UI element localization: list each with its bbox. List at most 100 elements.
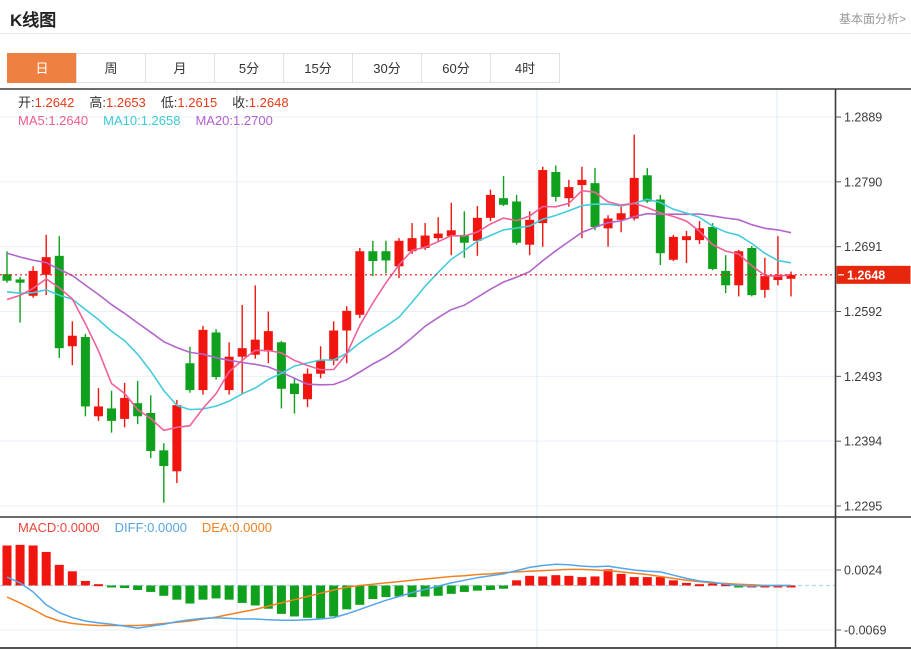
macd-bar [368, 585, 378, 600]
macd-bar [564, 575, 574, 586]
candle-body [185, 363, 195, 391]
ma-header: MA5:1.2640 MA10:1.2658 MA20:1.2700 [18, 113, 288, 128]
price-header: 开:1.2642 高:1.2653 低:1.2615 收:1.2648 [18, 92, 304, 111]
macd-bar [211, 585, 221, 599]
macd-bar [250, 585, 260, 606]
tab-timeframe-3[interactable]: 5分 [214, 53, 284, 83]
candle-body [381, 251, 391, 261]
candle-body [708, 227, 718, 269]
candle-body [263, 331, 273, 352]
macd-bar [342, 585, 352, 610]
macd-bar [642, 577, 652, 586]
macd-bar [316, 585, 326, 619]
macd-bar [15, 544, 25, 586]
tab-timeframe-2[interactable]: 月 [145, 53, 215, 83]
ohlc-item-2: 低:1.2615 [160, 95, 218, 110]
macd-bar [485, 585, 495, 590]
macd-bar [80, 580, 90, 586]
fundamental-analysis-link[interactable]: 基本面分析> [839, 10, 906, 27]
macd-bar [603, 569, 613, 586]
candle-body [485, 194, 495, 218]
candle-body [655, 199, 665, 254]
macd-bar [538, 576, 548, 586]
candle-body [303, 373, 313, 400]
tab-timeframe-0[interactable]: 日 [7, 53, 77, 83]
candle-body [329, 330, 339, 361]
ma-item-1: MA10:1.2658 [103, 113, 181, 128]
candle-body [668, 236, 678, 260]
candle-body [15, 279, 25, 283]
candle-body [107, 408, 117, 421]
timeframe-tabs: 日周月 5分 15分 30分 60分 4时 [7, 53, 560, 83]
macd-bar [446, 585, 456, 594]
macd-bar [499, 585, 509, 589]
macd-bar [146, 585, 156, 592]
candle-body [721, 270, 731, 286]
candle-body [316, 360, 326, 374]
macd-bar [551, 575, 561, 586]
tab-timeframe-1[interactable]: 周 [76, 53, 146, 83]
macd-bar [54, 564, 64, 586]
tab-timeframe-6[interactable]: 60分 [421, 53, 491, 83]
candle-body [93, 406, 103, 417]
macd-bar [472, 585, 482, 591]
candle-body [120, 397, 130, 419]
candle-body [211, 332, 221, 377]
candle-body [629, 177, 639, 219]
candle-body [80, 337, 90, 407]
macd-bar [224, 585, 234, 600]
ma-item-2: MA20:1.2700 [195, 113, 273, 128]
macd-item-1: DIFF:0.0000 [114, 520, 187, 535]
macd-bar [107, 585, 117, 588]
ma-item-0: MA5:1.2640 [18, 113, 89, 128]
macd-bar [708, 583, 718, 586]
candle-body [237, 348, 247, 357]
macd-bar [577, 577, 587, 586]
dea-line [6, 568, 791, 627]
macd-bar [616, 573, 626, 586]
macd-bar [276, 585, 286, 614]
candle-body [355, 251, 365, 315]
macd-bar [590, 576, 600, 586]
ohlc-item-1: 高:1.2653 [89, 95, 146, 110]
price-axis-label: 1.2889 [844, 111, 882, 125]
candle-body [512, 201, 522, 243]
diff-line [6, 563, 791, 629]
ma5-line [6, 189, 792, 432]
candle-body [499, 198, 509, 205]
macd-axis-label: 0.0024 [844, 564, 882, 578]
macd-item-2: DEA:0.0000 [201, 520, 273, 535]
candle-body [747, 247, 757, 296]
candle-body [172, 405, 182, 472]
candle-body [616, 213, 626, 220]
price-axis-label: 1.2295 [844, 500, 882, 514]
macd-bar [303, 585, 313, 618]
macd-item-0: MACD:0.0000 [18, 520, 100, 535]
candle-body [198, 329, 208, 391]
tab-timeframe-4[interactable]: 15分 [283, 53, 353, 83]
candle-body [760, 276, 770, 290]
candle-body [577, 179, 587, 186]
macd-bar [525, 575, 535, 586]
current-price-label: 1.2648 [847, 268, 885, 282]
page-title: K线图 [10, 11, 57, 30]
macd-bar [93, 584, 103, 587]
candle-body [342, 310, 352, 331]
macd-bar [381, 585, 391, 598]
macd-bar [185, 585, 195, 604]
candle-body [551, 172, 561, 197]
macd-header: MACD:0.0000 DIFF:0.0000 DEA:0.0000 [18, 520, 287, 535]
macd-bar [159, 585, 169, 596]
candle-body [159, 450, 169, 467]
price-axis-label: 1.2592 [844, 305, 882, 319]
macd-bar [459, 585, 469, 592]
macd-bar [681, 582, 691, 586]
candle-body [642, 175, 652, 202]
tab-timeframe-5[interactable]: 30分 [352, 53, 422, 83]
macd-bar [133, 585, 143, 590]
macd-bar [695, 584, 705, 587]
price-axis-label: 1.2493 [844, 370, 882, 384]
tab-timeframe-7[interactable]: 4时 [490, 53, 560, 83]
macd-bar [655, 577, 665, 586]
macd-bar [172, 585, 182, 600]
